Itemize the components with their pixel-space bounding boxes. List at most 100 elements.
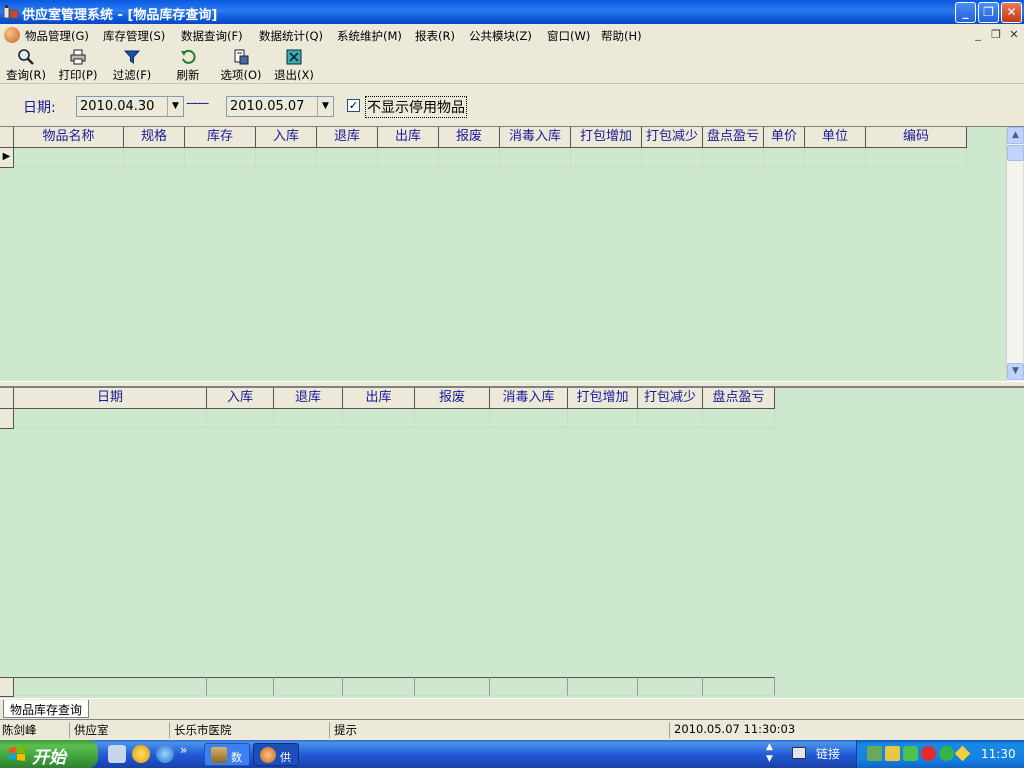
vertical-scrollbar[interactable]: ▲ ▼ bbox=[1006, 127, 1024, 381]
detail-table-cell[interactable] bbox=[638, 409, 703, 428]
links-toolbar[interactable]: 链接 bbox=[816, 745, 840, 762]
keyboard-icon[interactable] bbox=[792, 747, 806, 759]
menu-item-goods[interactable]: 物品管理(G) bbox=[25, 28, 89, 44]
document-icon[interactable] bbox=[4, 27, 20, 43]
stock-table-cell[interactable] bbox=[378, 148, 439, 167]
scroll-down-button[interactable]: ▼ bbox=[1007, 363, 1024, 380]
detail-table-cell[interactable] bbox=[490, 409, 568, 428]
detail-table-cell[interactable] bbox=[207, 409, 274, 428]
refresh-button[interactable]: 刷新 bbox=[172, 48, 204, 82]
detail-column-header[interactable]: 打包减少 bbox=[638, 388, 703, 409]
taskbar-scroll-icon[interactable]: ▲ ▼ bbox=[766, 741, 773, 765]
chevron-down-icon[interactable]: ▼ bbox=[317, 97, 333, 116]
stock-column-header[interactable]: 消毒入库 bbox=[500, 127, 571, 148]
detail-table-cell[interactable] bbox=[14, 409, 207, 428]
stock-table-cell[interactable] bbox=[185, 148, 256, 167]
stock-table-cell[interactable] bbox=[256, 148, 317, 167]
stock-table-cell[interactable] bbox=[642, 148, 703, 167]
mdi-minimize-button[interactable]: _ bbox=[970, 28, 986, 42]
media-player-icon[interactable] bbox=[132, 745, 150, 763]
stock-column-header[interactable]: 出库 bbox=[378, 127, 439, 148]
menu-item-common[interactable]: 公共模块(Z) bbox=[469, 28, 532, 44]
pencil-icon[interactable] bbox=[954, 745, 971, 762]
filter-button[interactable]: 过滤(F) bbox=[110, 48, 154, 82]
stock-column-header[interactable]: 物品名称 bbox=[14, 127, 124, 148]
detail-column-header[interactable]: 日期 bbox=[14, 388, 207, 409]
network-icon[interactable] bbox=[867, 746, 882, 761]
detail-column-header[interactable]: 盘点盈亏 bbox=[703, 388, 775, 409]
detail-column-header[interactable]: 出库 bbox=[343, 388, 415, 409]
stop-icon[interactable] bbox=[921, 746, 936, 761]
detail-table-cell[interactable] bbox=[415, 409, 490, 428]
stock-table-cell[interactable] bbox=[439, 148, 500, 167]
stock-table-cell[interactable] bbox=[703, 148, 764, 167]
mdi-restore-button[interactable]: ❐ bbox=[988, 28, 1004, 42]
menu-item-statistics[interactable]: 数据统计(Q) bbox=[259, 28, 323, 44]
maximize-button[interactable]: ❐ bbox=[978, 2, 999, 23]
internet-explorer-icon[interactable] bbox=[156, 745, 174, 763]
stock-column-header[interactable]: 入库 bbox=[256, 127, 317, 148]
battery-icon[interactable] bbox=[903, 746, 918, 761]
scroll-up-button[interactable]: ▲ bbox=[1007, 127, 1024, 144]
stock-table-cell[interactable] bbox=[571, 148, 642, 167]
print-button[interactable]: 打印(P) bbox=[56, 48, 100, 82]
stock-table-cell[interactable] bbox=[805, 148, 866, 167]
tab-stock-query[interactable]: 物品库存查询 bbox=[3, 700, 90, 718]
stock-column-header[interactable]: 单位 bbox=[805, 127, 866, 148]
stock-table-cell[interactable] bbox=[764, 148, 805, 167]
detail-column-header[interactable]: 打包增加 bbox=[568, 388, 638, 409]
mdi-close-button[interactable]: ✕ bbox=[1006, 28, 1022, 42]
menu-item-system[interactable]: 系统维护(M) bbox=[337, 28, 402, 44]
row-indicator[interactable] bbox=[0, 409, 14, 429]
stock-column-header[interactable]: 规格 bbox=[124, 127, 185, 148]
detail-grid[interactable]: 日期 入库 退库 出库 报废 消毒入库 打包增加 打包减少 盘点盈亏 bbox=[0, 387, 1024, 698]
stock-column-header[interactable]: 打包减少 bbox=[642, 127, 703, 148]
taskbar-item-1[interactable]: 数 bbox=[204, 743, 250, 766]
detail-column-header[interactable]: 报废 bbox=[415, 388, 490, 409]
minimize-button[interactable]: _ bbox=[955, 2, 976, 23]
stock-table-cell[interactable] bbox=[317, 148, 378, 167]
start-date-picker[interactable]: 2010.04.30 ▼ bbox=[76, 96, 184, 117]
stock-column-header[interactable]: 单价 bbox=[764, 127, 805, 148]
menu-item-reports[interactable]: 报表(R) bbox=[415, 28, 455, 44]
stock-table-cell[interactable] bbox=[500, 148, 571, 167]
desktop-icon[interactable] bbox=[108, 745, 126, 763]
stock-column-header[interactable]: 盘点盈亏 bbox=[703, 127, 764, 148]
stock-table-cell[interactable] bbox=[14, 148, 124, 167]
detail-column-header[interactable]: 入库 bbox=[207, 388, 274, 409]
security-icon[interactable] bbox=[939, 746, 954, 761]
hide-disabled-checkbox[interactable]: ✓ bbox=[347, 99, 360, 112]
menu-item-window[interactable]: 窗口(W) bbox=[547, 28, 590, 44]
detail-table-cell[interactable] bbox=[568, 409, 638, 428]
stock-column-header[interactable]: 退库 bbox=[317, 127, 378, 148]
stock-table-cell[interactable] bbox=[124, 148, 185, 167]
stock-table-cell[interactable] bbox=[866, 148, 967, 167]
end-date-picker[interactable]: 2010.05.07 ▼ bbox=[226, 96, 334, 117]
detail-column-header[interactable]: 退库 bbox=[274, 388, 343, 409]
detail-column-header[interactable]: 消毒入库 bbox=[490, 388, 568, 409]
tray-app-icon[interactable] bbox=[885, 746, 900, 761]
menu-item-stock[interactable]: 库存管理(S) bbox=[103, 28, 165, 44]
taskbar-item-2[interactable]: 供 bbox=[253, 743, 299, 766]
menu-item-query[interactable]: 数据查询(F) bbox=[181, 28, 243, 44]
stock-grid[interactable]: 物品名称 规格 库存 入库 退库 出库 报废 消毒入库 打包增加 打包减少 盘点盈亏 单价 单位 编码 ▶… bbox=[0, 126, 1024, 381]
detail-table-cell[interactable] bbox=[274, 409, 343, 428]
close-button[interactable]: ✕ bbox=[1001, 2, 1022, 23]
detail-table-cell[interactable] bbox=[703, 409, 775, 428]
hide-disabled-label[interactable]: 不显示停用物品 bbox=[365, 96, 467, 118]
stock-column-header[interactable]: 打包增加 bbox=[571, 127, 642, 148]
exit-button[interactable]: 退出(X) bbox=[272, 48, 316, 82]
query-button[interactable]: 查询(R) bbox=[4, 48, 48, 82]
detail-table-cell[interactable] bbox=[343, 409, 415, 428]
scroll-thumb[interactable] bbox=[1007, 145, 1024, 161]
chevron-down-icon[interactable]: ▼ bbox=[167, 97, 183, 116]
quicklaunch-more-icon[interactable]: » bbox=[180, 743, 187, 757]
stock-column-header[interactable]: 报废 bbox=[439, 127, 500, 148]
start-button[interactable]: 开始 bbox=[0, 740, 98, 768]
menu-item-help[interactable]: 帮助(H) bbox=[601, 28, 642, 44]
stock-column-header[interactable]: 编码 bbox=[866, 127, 967, 148]
title-bar[interactable]: 供应室管理系统 - [物品库存查询] _ ❐ ✕ bbox=[0, 0, 1024, 24]
options-button[interactable]: 选项(O) bbox=[219, 48, 263, 82]
row-pointer-icon[interactable]: ▶ bbox=[0, 148, 14, 168]
stock-column-header[interactable]: 库存 bbox=[185, 127, 256, 148]
